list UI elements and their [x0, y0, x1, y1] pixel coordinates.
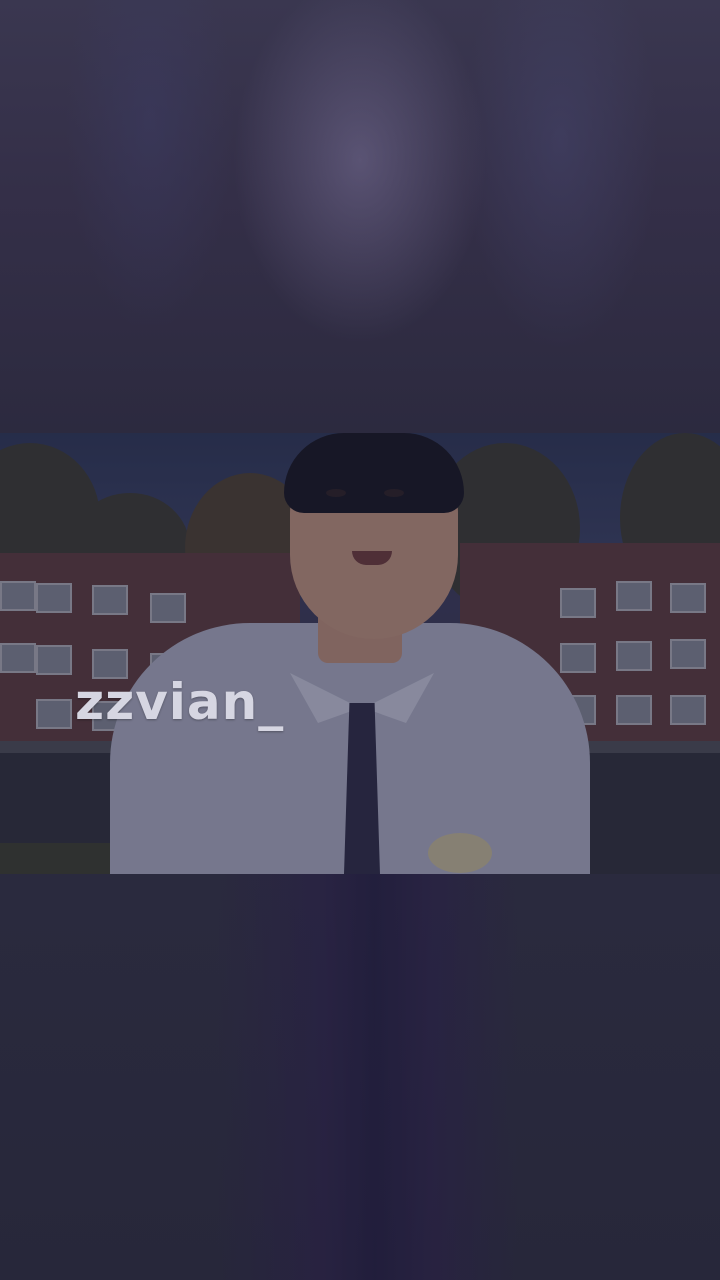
video-frame — [0, 433, 720, 874]
watermark-text: zzvian_ — [75, 673, 285, 731]
blurred-background-top — [0, 0, 720, 433]
frame-dim-overlay — [0, 433, 720, 874]
blurred-background-bottom — [0, 874, 720, 1280]
